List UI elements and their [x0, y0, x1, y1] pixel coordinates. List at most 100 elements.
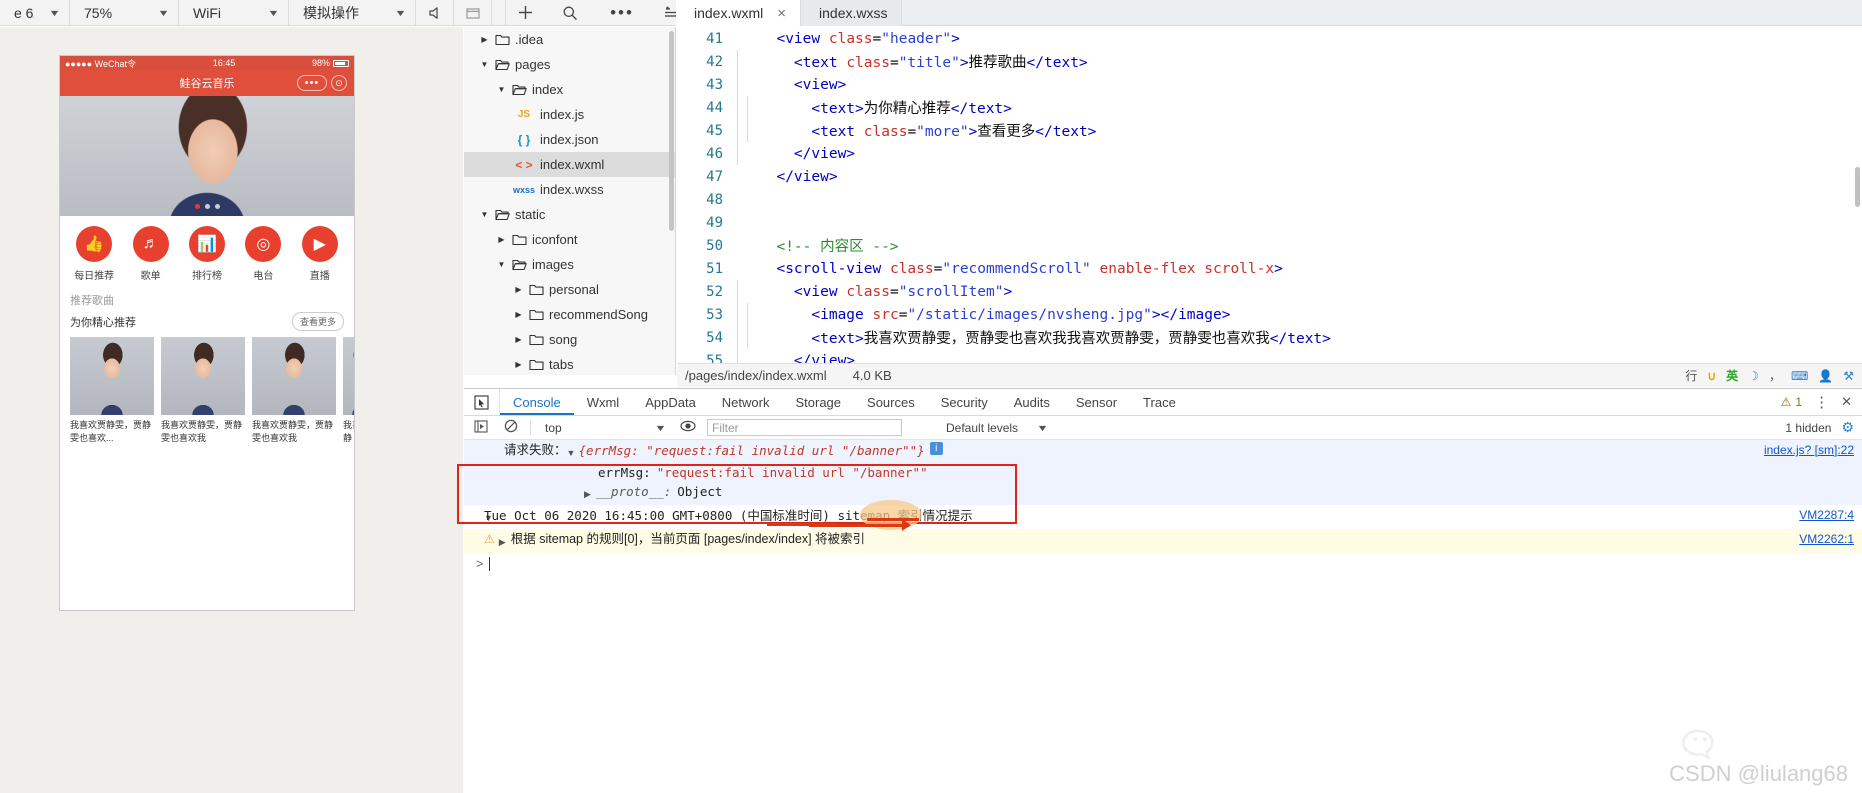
devtools-tab-trace[interactable]: Trace [1130, 389, 1189, 415]
console-filter-input[interactable]: Filter [707, 419, 902, 436]
file-tree-item-personal[interactable]: ▶ personal [464, 277, 675, 302]
code-line[interactable]: 43 <view> [677, 73, 1862, 96]
carousel-dot[interactable] [204, 204, 210, 209]
console-prompt[interactable]: > [464, 553, 1862, 575]
gear-icon[interactable]: ⚙ [1841, 419, 1854, 436]
code-line[interactable]: 42 <text class="title">推荐歌曲</text> [677, 50, 1862, 73]
file-tree-item-recommendsong[interactable]: ▶ recommendSong [464, 302, 675, 327]
simulate-selector[interactable]: 模拟操作 ▼ [289, 0, 416, 25]
console-row-error[interactable]: 请求失败： ▼ {errMsg: "request:fail invalid u… [464, 440, 1862, 464]
chevron-right-icon[interactable]: ▶ [513, 335, 524, 344]
file-tree-item-images[interactable]: ▼ images [464, 252, 675, 277]
log-levels-selector[interactable]: Default levels ▼ [946, 421, 1049, 435]
device-selector[interactable]: e 6/... ▼ [0, 0, 70, 25]
kebab-menu-icon[interactable]: ⋮ [1814, 393, 1829, 411]
file-tree-scrollbar[interactable] [669, 31, 674, 231]
banner-carousel[interactable] [60, 96, 354, 216]
song-card[interactable]: 我喜欢贾静雯，贾静雯也喜欢我 [252, 337, 336, 445]
add-icon[interactable] [506, 0, 544, 25]
file-tree-item-static[interactable]: ▼ static [464, 202, 675, 227]
ime-user-icon[interactable]: 👤 [1818, 369, 1833, 383]
file-tree-item-idea[interactable]: ▶ .idea [464, 27, 675, 52]
code-line[interactable]: 45 <text class="more">查看更多</text> [677, 119, 1862, 142]
file-tree-item-iconfont[interactable]: ▶ iconfont [464, 227, 675, 252]
code-editor[interactable]: 41 <view class="header"> 42 <text class="… [677, 27, 1862, 363]
code-line[interactable]: 55 </view> [677, 349, 1862, 363]
quick-nav-item-radio[interactable]: ◎ 电台 [237, 226, 289, 282]
inspect-element-icon[interactable] [464, 389, 500, 415]
network-selector[interactable]: WiFi ▼ [179, 0, 289, 25]
devtools-tab-sensor[interactable]: Sensor [1063, 389, 1130, 415]
quick-nav-item-daily[interactable]: 👍 每日推荐 [68, 226, 120, 282]
chevron-down-icon[interactable]: ▼ [496, 260, 507, 269]
devtools-tab-security[interactable]: Security [928, 389, 1001, 415]
editor-tab-index-wxml[interactable]: index.wxml × [676, 0, 802, 26]
file-tree-item-tabs[interactable]: ▶ tabs [464, 352, 675, 375]
carousel-dot[interactable] [214, 204, 220, 209]
close-icon[interactable]: × [777, 5, 786, 22]
volume-icon[interactable] [416, 0, 454, 25]
ime-tool-icon[interactable]: ⚒ [1843, 369, 1854, 383]
file-tree-item-index[interactable]: ▼ index [464, 77, 675, 102]
code-line[interactable]: 47 </view> [677, 165, 1862, 188]
file-tree-item-indexwxml[interactable]: < > index.wxml [464, 152, 675, 177]
file-tree-item-pages[interactable]: ▼ pages [464, 52, 675, 77]
devtools-tab-network[interactable]: Network [709, 389, 783, 415]
context-selector[interactable]: top ▼ [539, 421, 669, 435]
window-icon[interactable] [454, 0, 492, 25]
editor-scrollbar[interactable] [1855, 167, 1860, 207]
close-icon[interactable]: ✕ [1841, 394, 1852, 410]
expand-triangle-icon[interactable]: ▶ [472, 483, 596, 503]
chevron-right-icon[interactable]: ▶ [496, 235, 507, 244]
code-line[interactable]: 46 </view> [677, 142, 1862, 165]
clear-console-icon[interactable] [500, 419, 522, 436]
devtools-tab-storage[interactable]: Storage [782, 389, 854, 415]
eye-icon[interactable] [677, 420, 699, 435]
console-row-sitemap-info[interactable]: ▼ Tue Oct 06 2020 16:45:00 GMT+0800 (中国标… [464, 505, 1862, 529]
console-source-link[interactable]: VM2287:4 [1799, 507, 1854, 524]
console-row-warning[interactable]: ⚠ ▶ 根据 sitemap 的规则[0]，当前页面 [pages/index/… [464, 529, 1862, 553]
console-source-link[interactable]: VM2262:1 [1799, 531, 1854, 548]
devtools-tab-wxml[interactable]: Wxml [574, 389, 633, 415]
ime-circle-icon[interactable]: ∪ [1707, 369, 1716, 383]
quick-nav-item-ranking[interactable]: 📊 排行榜 [181, 226, 233, 282]
song-card[interactable]: 我喜欢贾静 [343, 337, 354, 445]
chevron-down-icon[interactable]: ▼ [496, 85, 507, 94]
code-line[interactable]: 48 [677, 188, 1862, 211]
recommend-scroll[interactable]: 我喜欢贾静雯，贾静雯也喜欢... 我喜欢贾静雯，贾静雯也喜欢我 我喜欢贾静雯，贾… [60, 337, 354, 445]
console-output[interactable]: 请求失败： ▼ {errMsg: "request:fail invalid u… [457, 440, 1862, 790]
code-line[interactable]: 44 <text>为你精心推荐</text> [677, 96, 1862, 119]
chevron-right-icon[interactable]: ▶ [513, 310, 524, 319]
code-line[interactable]: 54 <text>我喜欢贾静雯，贾静雯也喜欢我我喜欢贾静雯，贾静雯也喜欢我</t… [677, 326, 1862, 349]
ime-moon-icon[interactable]: ☽ [1748, 369, 1759, 383]
chevron-right-icon[interactable]: ▶ [513, 360, 524, 369]
expand-triangle-icon[interactable]: ▶ [499, 531, 511, 551]
chevron-right-icon[interactable]: ▶ [479, 35, 490, 44]
file-tree-item-indexwxss[interactable]: wxss index.wxss [464, 177, 675, 202]
zoom-selector[interactable]: 75% ▼ [70, 0, 179, 25]
song-card[interactable]: 我喜欢贾静雯，贾静雯也喜欢... [70, 337, 154, 445]
file-tree-item-indexjson[interactable]: { } index.json [464, 127, 675, 152]
menu-capsule-icon[interactable]: ••• [297, 75, 327, 91]
expand-triangle-icon[interactable]: ▼ [472, 507, 493, 527]
quick-nav-item-playlist[interactable]: ♬ 歌单 [125, 226, 177, 282]
song-card[interactable]: 我喜欢贾静雯，贾静雯也喜欢我 [161, 337, 245, 445]
code-line[interactable]: 51 <scroll-view class="recommendScroll" … [677, 257, 1862, 280]
quick-nav-item-live[interactable]: ▶ 直播 [294, 226, 346, 282]
search-icon[interactable] [544, 0, 596, 25]
chevron-down-icon[interactable]: ▼ [479, 210, 490, 219]
code-line[interactable]: 50 <!-- 内容区 --> [677, 234, 1862, 257]
code-line[interactable]: 52 <view class="scrollItem"> [677, 280, 1862, 303]
ime-language-icon[interactable]: 英 [1726, 367, 1738, 384]
console-source-link[interactable]: index.js? [sm]:22 [1764, 442, 1854, 459]
close-circle-icon[interactable]: ⊙ [331, 75, 347, 91]
editor-tab-index-wxss[interactable]: index.wxss [801, 0, 903, 26]
code-line[interactable]: 49 [677, 211, 1862, 234]
devtools-tab-audits[interactable]: Audits [1001, 389, 1063, 415]
code-line[interactable]: 41 <view class="header"> [677, 27, 1862, 50]
view-more-button[interactable]: 查看更多 [291, 312, 344, 331]
file-tree[interactable]: ▶ .idea ▼ pages ▼ index JS index.js { } index.jso… [464, 27, 676, 375]
chevron-down-icon[interactable]: ▼ [479, 60, 490, 69]
file-tree-item-song[interactable]: ▶ song [464, 327, 675, 352]
info-icon[interactable]: i [929, 442, 943, 455]
